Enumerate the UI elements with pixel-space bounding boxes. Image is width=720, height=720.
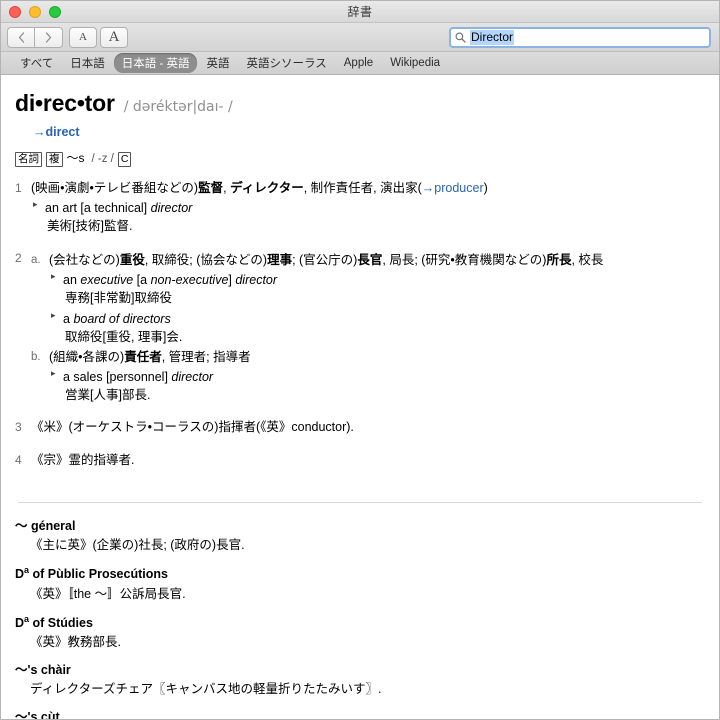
sense-body: a. (会社などの)重役, 取締役; (協会などの)理事; (官公庁の)長官, 局…: [31, 249, 705, 404]
back-button[interactable]: [7, 26, 35, 48]
section-divider: [18, 502, 702, 504]
derivative-headword: 〜 géneral: [15, 518, 76, 534]
example-japanese: 美術[技術]監督.: [47, 219, 133, 234]
example: a sales [personnel] director 営業[人事]部長.: [49, 367, 251, 404]
example-english: a board of directors: [63, 311, 171, 326]
derivative-definition: 《英》〚the 〜〛公訴局長官.: [30, 586, 186, 601]
sense-number: 1: [15, 180, 22, 195]
example-english: a sales [personnel] director: [63, 369, 214, 384]
increase-font-button[interactable]: A: [100, 26, 128, 48]
dictionary-window: 辞書 A A Director すべて 日本語 日本語 - 英語 英語 英語シソ…: [0, 0, 720, 720]
sense-item: 1 (映画•演劇•テレビ番組などの)監督, ディレクター, 制作責任者, 演出家(…: [15, 179, 705, 235]
derivative-headword: Da of Pùblic Prosecútions: [15, 565, 168, 582]
search-input[interactable]: Director: [449, 26, 711, 48]
tab-english[interactable]: 英語: [198, 53, 237, 73]
window-titlebar: 辞書: [1, 1, 719, 23]
tab-apple[interactable]: Apple: [336, 55, 381, 71]
sense-number: 4: [15, 452, 22, 467]
cross-reference-link[interactable]: →direct: [33, 123, 705, 141]
chevron-left-icon: [18, 31, 24, 43]
part-of-speech-badge: 名詞: [15, 151, 42, 167]
derivative-item: 〜 géneral 《主に英》(企業の)社長; (政府の)長官.: [15, 517, 705, 554]
sense-number: 3: [15, 420, 22, 435]
sense-definition: (映画•演劇•テレビ番組などの)監督, ディレクター, 制作責任者, 演出家(→…: [31, 180, 488, 195]
subsense-number: b.: [31, 350, 41, 363]
font-size-group: A A: [69, 26, 128, 48]
subsense-number: a.: [31, 254, 41, 267]
derivative-headword: 〜's cùt: [15, 709, 60, 719]
derivative-definition: ディレクターズチェア〖キャンバス地の軽量折りたたみいす〗.: [30, 682, 382, 697]
derivative-definition: 《主に英》(企業の)社長; (政府の)長官.: [30, 538, 245, 553]
derivative-item: 〜's chàir ディレクターズチェア〖キャンバス地の軽量折りたたみいす〗.: [15, 661, 705, 698]
subsense-body: (会社などの)重役, 取締役; (協会などの)理事; (官公庁の)長官, 局長;…: [49, 251, 603, 346]
sense-body: 《米》(オーケストラ•コーラスの)指揮者(《英》conductor).: [31, 418, 705, 436]
sense-item: 3 《米》(オーケストラ•コーラスの)指揮者(《英》conductor).: [15, 418, 705, 436]
derivative-definition: 《英》教務部長.: [30, 634, 121, 649]
example-japanese: 取締役[重役, 理事]会.: [65, 329, 183, 344]
forward-button[interactable]: [35, 26, 63, 48]
sense-body: 《宗》霊的指導者.: [31, 451, 705, 469]
dictionary-source-tabs: すべて 日本語 日本語 - 英語 英語 英語シソーラス Apple Wikipe…: [1, 52, 719, 75]
sense-gap: [15, 470, 705, 483]
plural-form: 〜s: [66, 151, 85, 166]
derivative-headword: Da of Stúdies: [15, 613, 93, 630]
derivative-item: 〜's cùt《映》ディレクターズカット版〖(上映用ではなく)監督の意図通りに編…: [15, 708, 705, 719]
example-english: an executive [a non-executive] director: [63, 273, 278, 288]
derivative-item: Da of Stúdies 《英》教務部長.: [15, 613, 705, 651]
example: a board of directors 取締役[重役, 理事]会.: [49, 309, 603, 346]
sense-gap: [15, 405, 705, 418]
decrease-font-button[interactable]: A: [69, 26, 97, 48]
subsense-item: b. (組織•各課の)責任者, 管理者; 指導者 a sales [personne…: [31, 348, 705, 404]
example: an art [a technical] director 美術[技術]監督.: [31, 198, 705, 235]
search-icon: [455, 32, 466, 43]
chevron-right-icon: [45, 31, 52, 43]
tab-wikipedia[interactable]: Wikipedia: [382, 55, 448, 71]
countable-badge: C: [117, 151, 132, 167]
example-english: an art [a technical] director: [45, 200, 193, 215]
sense-item: 2 a. (会社などの)重役, 取締役; (協会などの)理事; (官公庁の)長官, …: [15, 249, 705, 404]
grammar-badges: 名詞 複 〜s / -z / C: [15, 150, 705, 167]
increase-font-label: A: [108, 28, 120, 45]
sense-definition: 《宗》霊的指導者.: [31, 452, 135, 467]
tab-english-thesaurus[interactable]: 英語シソーラス: [238, 53, 334, 73]
subsense-body: (組織•各課の)責任者, 管理者; 指導者 a sales [personnel]…: [49, 348, 251, 404]
entry-headline: di•rec•tor / dəréktər|daı- /: [15, 87, 705, 120]
subsense-definition: (組織•各課の)責任者, 管理者; 指導者: [49, 349, 251, 364]
tab-japanese-english[interactable]: 日本語 - 英語: [113, 53, 198, 73]
toolbar: A A Director: [1, 23, 719, 52]
sense-gap: [15, 438, 705, 451]
derivatives-list: 〜 géneral 《主に英》(企業の)社長; (政府の)長官. Da of Pùb…: [15, 517, 705, 719]
tab-japanese[interactable]: 日本語: [62, 53, 113, 73]
example-japanese: 営業[人事]部長.: [65, 388, 151, 403]
derivative-item: Da of Pùblic Prosecútions 《英》〚the 〜〛公訴局長官…: [15, 564, 705, 602]
navigation-segment: [7, 26, 63, 48]
example-japanese: 専務[非常勤]取締役: [65, 291, 172, 306]
example: an executive [a non-executive] director 専…: [49, 270, 603, 307]
search-input-value[interactable]: Director: [470, 29, 515, 45]
sense-item: 4 《宗》霊的指導者.: [15, 451, 705, 469]
sense-list: 1 (映画•演劇•テレビ番組などの)監督, ディレクター, 制作責任者, 演出家(…: [15, 179, 705, 483]
sense-definition: 《米》(オーケストラ•コーラスの)指揮者(《英》conductor).: [31, 420, 354, 435]
tab-all[interactable]: すべて: [12, 53, 61, 73]
plural-pronunciation: / -z /: [91, 152, 114, 165]
window-title: 辞書: [347, 5, 373, 19]
sense-number: 2: [15, 251, 22, 266]
derivative-headword: 〜's chàir: [15, 662, 71, 678]
headword: di•rec•tor: [15, 90, 115, 116]
sense-gap: [15, 236, 705, 249]
plural-badge: 複: [46, 151, 63, 167]
subsense-definition: (会社などの)重役, 取締役; (協会などの)理事; (官公庁の)長官, 局長;…: [49, 253, 604, 268]
subsense-item: a. (会社などの)重役, 取締役; (協会などの)理事; (官公庁の)長官, 局…: [31, 251, 705, 346]
dictionary-entry-pane: di•rec•tor / dəréktər|daı- / →direct 名詞 …: [1, 75, 719, 719]
phonetic-transcription: / dəréktər|daı- /: [123, 99, 233, 115]
decrease-font-label: A: [79, 31, 87, 43]
sense-body: (映画•演劇•テレビ番組などの)監督, ディレクター, 制作責任者, 演出家(→…: [31, 179, 705, 235]
